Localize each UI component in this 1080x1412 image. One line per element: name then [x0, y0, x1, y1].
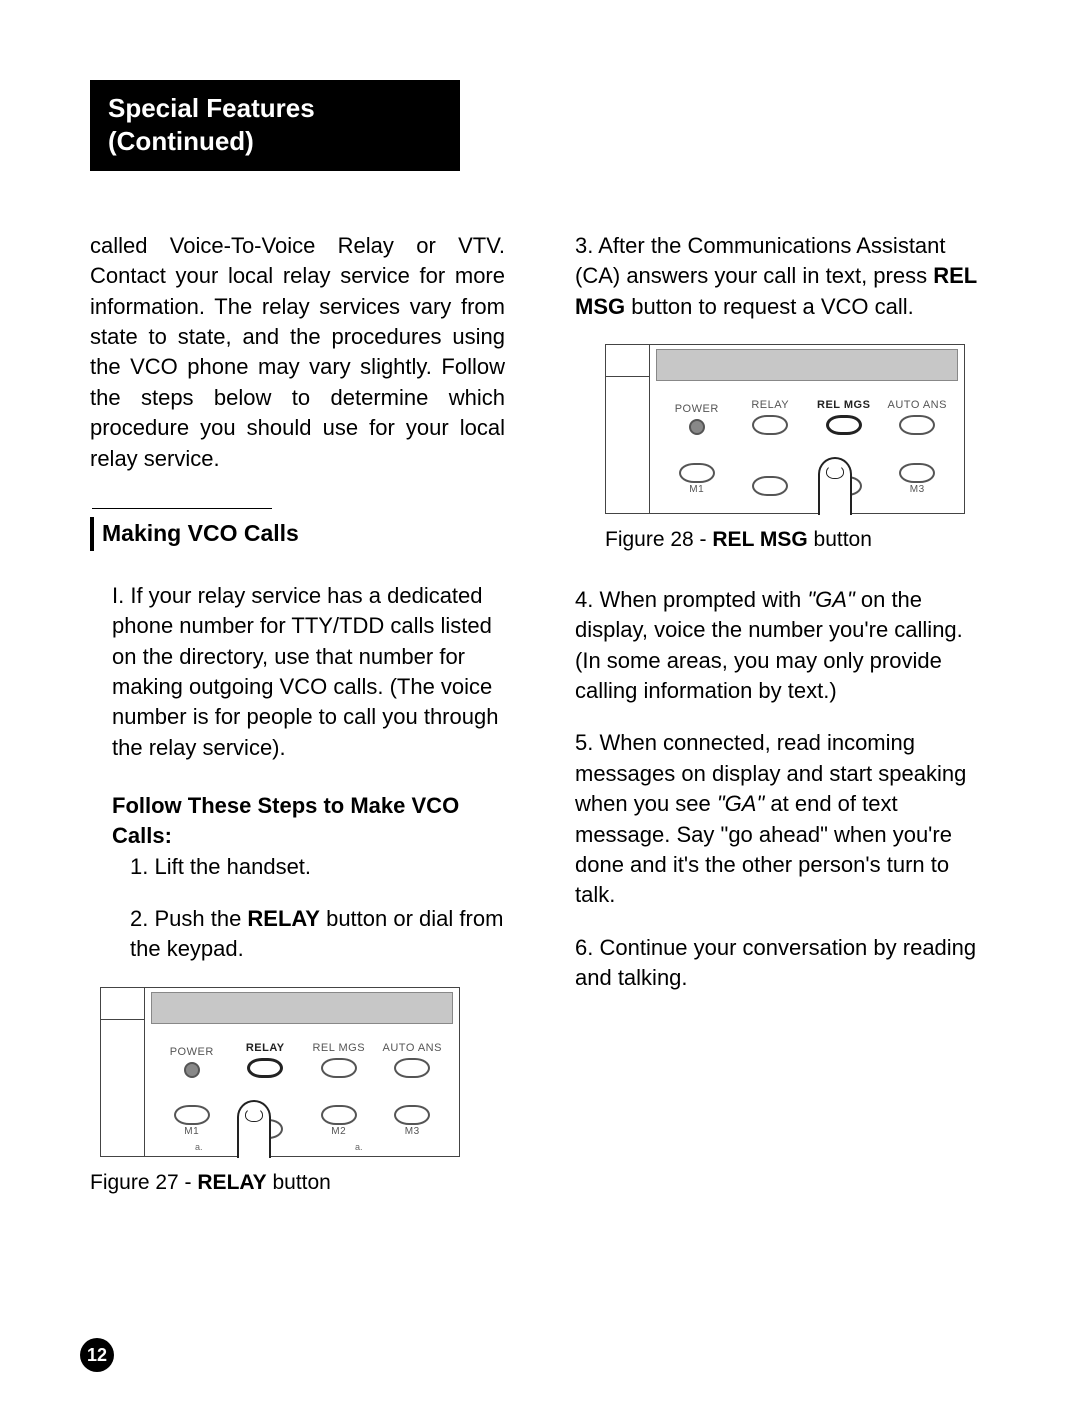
label-relmgs: REL MGS [312, 1042, 365, 1054]
label-autoans-2: AUTO ANS [888, 399, 947, 411]
label-m1-2: M1 [689, 484, 704, 495]
label-m2: M2 [331, 1126, 346, 1137]
relay-button-icon-2 [752, 415, 788, 435]
label-autoans: AUTO ANS [383, 1042, 442, 1054]
label-relay-2: RELAY [751, 399, 789, 411]
autoans-button-icon [394, 1058, 430, 1078]
step-1: 1. Lift the handset. [130, 852, 505, 882]
device-screen [151, 992, 453, 1024]
section-rule [92, 508, 272, 509]
step-3-num: 3. [575, 233, 598, 258]
device-handset-area [101, 988, 145, 1156]
step-3-post: button to request a VCO call. [625, 294, 914, 319]
fig27-bold: RELAY [197, 1171, 266, 1194]
button-row-1: POWER RELAY REL MGS AUTO ANS [155, 1041, 449, 1078]
m1-button-icon [174, 1105, 210, 1125]
header-line-1: Special Features [108, 92, 442, 125]
m3-button-icon [394, 1105, 430, 1125]
step-5-num: 5. [575, 730, 599, 755]
figure-28-caption: Figure 28 - REL MSG button [605, 526, 990, 555]
fig27-pre: Figure 27 - [90, 1171, 197, 1194]
figure-27-device: POWER RELAY REL MGS AUTO ANS M1 M2 M3 [100, 987, 460, 1157]
step-3-pre: After the Communications Assistant (CA) … [575, 233, 946, 288]
intro-paragraph: called Voice-To-Voice Relay or VTV. Cont… [90, 231, 505, 474]
step-4-ital: "GA" [807, 587, 854, 612]
relmgs-button-icon [321, 1058, 357, 1078]
label-a-left: a. [195, 1141, 203, 1153]
content-columns: called Voice-To-Voice Relay or VTV. Cont… [90, 231, 990, 1228]
left-column: called Voice-To-Voice Relay or VTV. Cont… [90, 231, 505, 1228]
right-column: 3. After the Communications Assistant (C… [575, 231, 990, 1228]
fig28-bold: REL MSG [712, 528, 807, 551]
step-5: 5. When connected, read incoming message… [575, 728, 990, 910]
relmgs-button-icon-2 [826, 415, 862, 435]
step-4-num: 4. [575, 587, 599, 612]
page: Special Features (Continued) called Voic… [0, 0, 1080, 1412]
step-4-pre: When prompted with [599, 587, 807, 612]
follow-heading: Follow These Steps to Make VCO Calls: [112, 791, 505, 852]
button-row-2: M1 M2 M3 [155, 1103, 449, 1139]
step-5-ital: "GA" [717, 791, 764, 816]
device-screen-2 [656, 349, 958, 381]
page-number-badge: 12 [80, 1338, 114, 1372]
blank-button-icon-2 [752, 476, 788, 496]
autoans-button-icon-2 [899, 415, 935, 435]
device-handset-area-2 [606, 345, 650, 513]
follow-heading-text: Follow These Steps to Make VCO Calls: [112, 793, 459, 848]
label-relmgs-2: REL MGS [817, 399, 870, 411]
step-6-num: 6. [575, 935, 599, 960]
label-relay: RELAY [246, 1042, 285, 1054]
step-1-text: Lift the handset. [154, 854, 311, 879]
finger-pointer-icon [237, 1100, 271, 1158]
section-title-wrap: Making VCO Calls [90, 517, 505, 551]
section-title: Making VCO Calls [102, 518, 299, 550]
label-m3-2: M3 [910, 484, 925, 495]
fig27-post: button [267, 1171, 331, 1194]
power-led-icon [184, 1062, 200, 1078]
power-led-icon-2 [689, 419, 705, 435]
step-3: 3. After the Communications Assistant (C… [575, 231, 990, 322]
m1-button-icon-2 [679, 463, 715, 483]
label-m1: M1 [184, 1126, 199, 1137]
button-row-1b: POWER RELAY REL MGS AUTO ANS [660, 398, 954, 435]
m2-button-icon [321, 1105, 357, 1125]
m3-button-icon-2 [899, 463, 935, 483]
label-power-2: POWER [675, 403, 719, 415]
step-2-pre: Push the [154, 906, 247, 931]
figure-28-device: POWER RELAY REL MGS AUTO ANS M1 M3 [605, 344, 965, 514]
step-2: 2. Push the RELAY button or dial from th… [130, 904, 505, 965]
label-power: POWER [170, 1046, 214, 1058]
label-a-right: a. [355, 1141, 363, 1153]
page-number: 12 [87, 1345, 107, 1366]
finger-pointer-icon-2 [818, 457, 852, 515]
step-6: 6. Continue your conversation by reading… [575, 933, 990, 994]
roman-intro: I. If your relay service has a dedicated… [112, 581, 505, 763]
fig28-pre: Figure 28 - [605, 528, 712, 551]
step-2-bold: RELAY [247, 906, 320, 931]
figure-27-caption: Figure 27 - RELAY button [90, 1169, 505, 1198]
step-6-text: Continue your conversation by reading an… [575, 935, 976, 990]
relay-button-icon [247, 1058, 283, 1078]
step-4: 4. When prompted with "GA" on the displa… [575, 585, 990, 706]
label-m3: M3 [405, 1126, 420, 1137]
section-header: Special Features (Continued) [90, 80, 460, 171]
step-2-num: 2. [130, 906, 154, 931]
button-row-2b: M1 M3 [660, 461, 954, 497]
step-1-num: 1. [130, 854, 154, 879]
fig28-post: button [808, 528, 872, 551]
section-tick-icon [90, 517, 94, 551]
header-line-2: (Continued) [108, 125, 442, 158]
